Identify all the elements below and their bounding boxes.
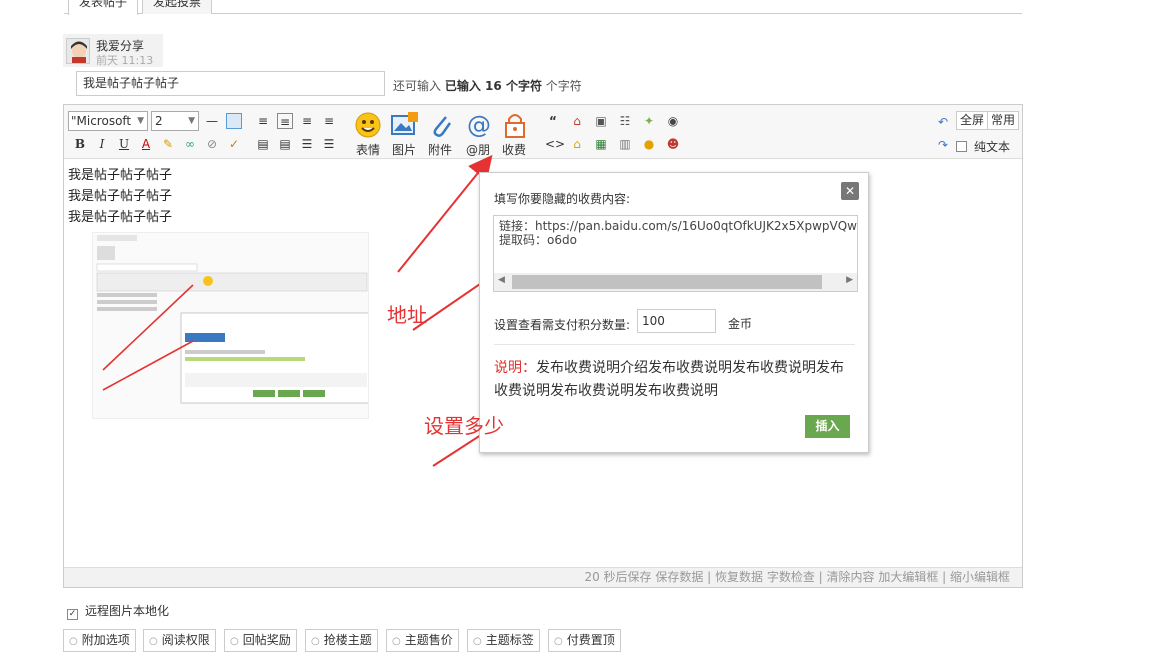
close-icon[interactable]: ✕: [841, 182, 859, 200]
remote-image-label: 远程图片本地化: [85, 604, 170, 618]
paid-content-dialog: 填写你要隐藏的收费内容: ✕ 链接：https://pan.baidu.com/…: [479, 172, 869, 453]
remote-image-checkbox[interactable]: ✓: [67, 609, 78, 620]
points-input[interactable]: 100: [637, 309, 716, 333]
option-floor-rush[interactable]: ○ 抢楼主题: [305, 629, 378, 652]
divider: [494, 344, 855, 345]
option-paid-sticky[interactable]: ○ 付费置顶: [548, 629, 621, 652]
dialog-description: 说明：发布收费说明介绍发布收费说明发布收费说明发布收费说明发布收费说明发布收费说…: [494, 357, 854, 403]
option-thread-price[interactable]: ○ 主题售价: [386, 629, 459, 652]
points-label: 设置查看需支付积分数量:: [494, 318, 631, 332]
annotation-set-amount: 设置多少: [424, 414, 504, 438]
insert-button[interactable]: 插入: [805, 415, 850, 438]
option-thread-tags[interactable]: ○ 主题标签: [467, 629, 540, 652]
horizontal-scrollbar[interactable]: ◀ ▶: [494, 273, 857, 291]
dialog-heading: 填写你要隐藏的收费内容:: [494, 192, 631, 206]
scroll-right-icon[interactable]: ▶: [846, 275, 853, 285]
annotation-address: 地址: [387, 303, 427, 327]
hidden-content-line: 链接：https://pan.baidu.com/s/16Uo0qtOfkUJK…: [499, 219, 857, 233]
option-read-permission[interactable]: ○ 阅读权限: [143, 629, 216, 652]
description-label: 说明：: [494, 360, 536, 376]
option-reply-reward[interactable]: ○ 回帖奖励: [224, 629, 297, 652]
hidden-content-line: 提取码：o6do: [499, 233, 577, 247]
description-text: 发布收费说明介绍发布收费说明发布收费说明发布收费说明发布收费说明发布收费说明: [494, 360, 844, 399]
scroll-left-icon[interactable]: ◀: [498, 275, 505, 285]
scrollbar-thumb[interactable]: [512, 275, 822, 289]
remote-image-localize[interactable]: ✓ 远程图片本地化: [67, 602, 169, 620]
points-unit: 金币: [728, 317, 753, 331]
option-extra[interactable]: ○ 附加选项: [63, 629, 136, 652]
